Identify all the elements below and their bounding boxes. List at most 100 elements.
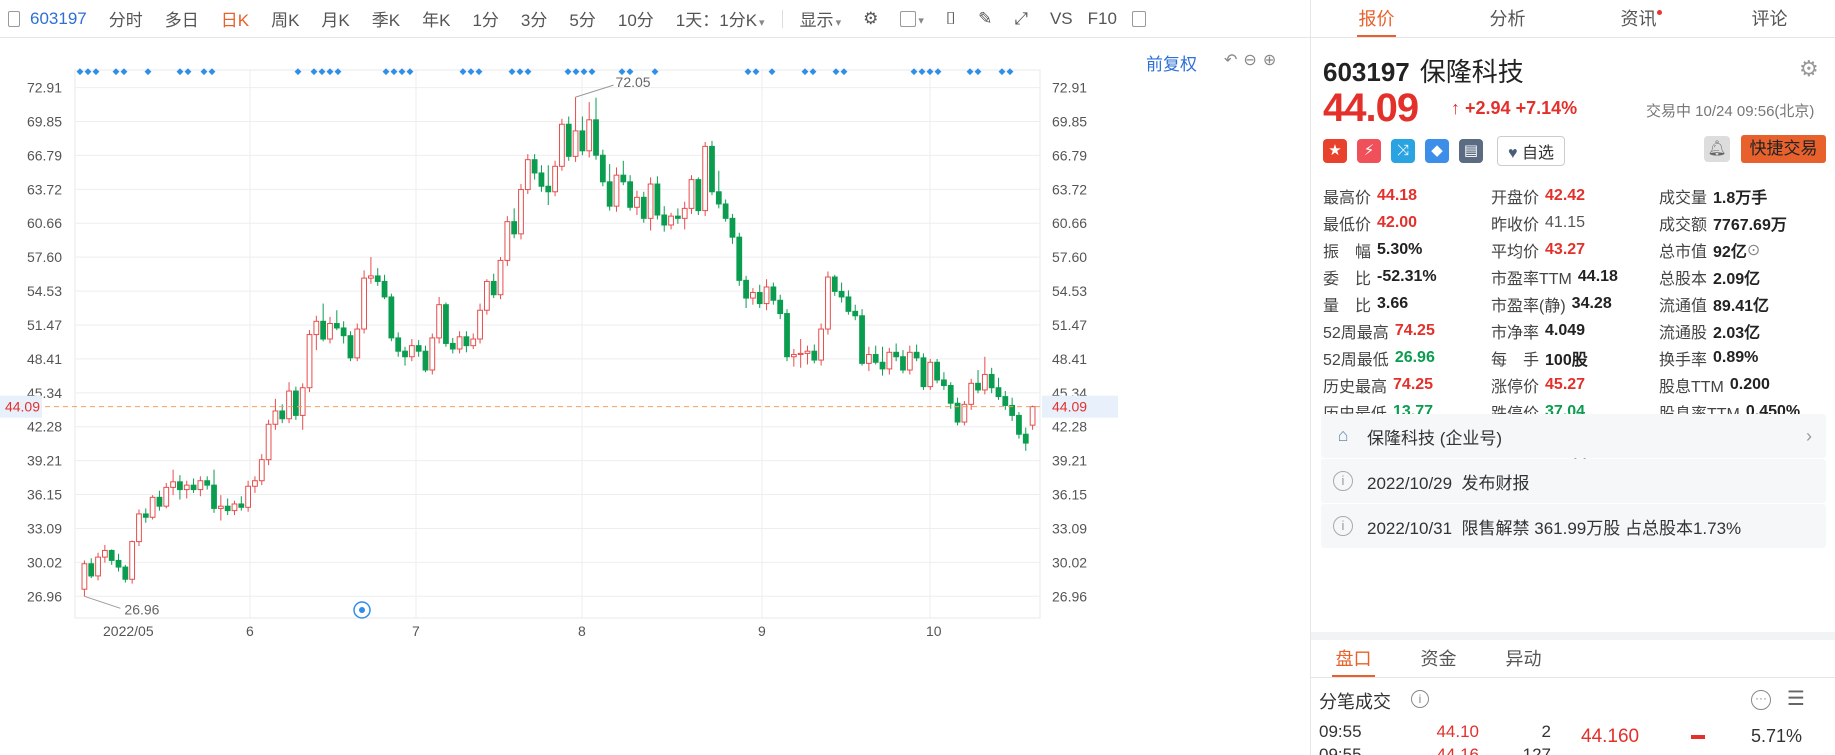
filter-icon[interactable]: ☰ <box>1787 686 1805 711</box>
stat-value: 42.42 <box>1545 186 1586 204</box>
event-marker[interactable]: ◆ <box>509 66 516 76</box>
at-icon-dot <box>359 607 365 613</box>
event-marker[interactable]: ◆ <box>753 66 760 76</box>
period-tab[interactable]: 多日 <box>154 6 210 31</box>
info-icon[interactable]: i <box>1411 690 1429 708</box>
event-marker[interactable]: ◆ <box>399 66 406 76</box>
watchlist-button[interactable]: ♥ 自选 <box>1497 136 1565 166</box>
event-marker[interactable]: ◆ <box>1007 66 1014 76</box>
event-marker[interactable]: ◆ <box>573 66 580 76</box>
event-marker[interactable]: ◆ <box>911 66 918 76</box>
more-icon[interactable]: ⊙ <box>1747 240 1760 260</box>
tab-comments[interactable]: 评论 <box>1704 0 1835 37</box>
event-marker[interactable]: ◆ <box>391 66 398 76</box>
event-marker[interactable]: ◆ <box>327 66 334 76</box>
interval-select[interactable]: 1天：1分K ▾ <box>665 6 776 31</box>
more-icon[interactable]: ··· <box>1751 690 1771 710</box>
event-marker[interactable]: ◆ <box>935 66 942 76</box>
period-tab[interactable]: 季K <box>361 6 411 31</box>
code-box[interactable] <box>0 9 24 29</box>
adjust-toggle[interactable]: 前复权 <box>1146 50 1197 75</box>
run-icon[interactable]: ⚡ <box>1357 139 1381 163</box>
event-marker[interactable]: ◆ <box>810 66 817 76</box>
china-flag-icon[interactable]: ★ <box>1323 139 1347 163</box>
tab-funds[interactable]: 资金 <box>1396 640 1481 677</box>
event-marker[interactable]: ◆ <box>311 66 318 76</box>
period-tab[interactable]: 日K <box>210 6 260 31</box>
quick-trade-button[interactable]: 快捷交易 <box>1741 135 1826 163</box>
vs-button[interactable]: VS <box>1039 9 1084 29</box>
company-account-link[interactable]: ⌂ 保隆科技 (企业号) › <box>1321 414 1826 458</box>
event-marker[interactable]: ◆ <box>468 66 475 76</box>
event-marker[interactable]: ◆ <box>295 66 302 76</box>
kline-svg[interactable]: 72.91 72.91 69.85 69.85 66.79 66.79 63.72 63.72… <box>0 38 1310 755</box>
event-marker[interactable]: ◆ <box>833 66 840 76</box>
event-marker[interactable]: ◆ <box>589 66 596 76</box>
sidebar-toggle-icon[interactable] <box>1121 9 1157 29</box>
event-marker[interactable]: ◆ <box>975 66 982 76</box>
event-marker[interactable]: ◆ <box>209 66 216 76</box>
event-marker[interactable]: ◆ <box>201 66 208 76</box>
tag-icon[interactable]: ◆ <box>1425 139 1449 163</box>
kline-chart[interactable]: 72.91 72.91 69.85 69.85 66.79 66.79 63.72 63.72… <box>0 38 1310 755</box>
event-marker[interactable]: ◆ <box>85 66 92 76</box>
event-marker[interactable]: ◆ <box>77 66 84 76</box>
gear-icon[interactable]: ⚙ <box>1799 56 1819 82</box>
period-tab[interactable]: 分时 <box>98 6 154 31</box>
tab-news[interactable]: 资讯 <box>1573 0 1704 37</box>
tab-quote[interactable]: 报价 <box>1311 0 1442 37</box>
event-marker[interactable]: ◆ <box>113 66 120 76</box>
bell-icon[interactable]: 🔔︎ <box>1704 136 1730 162</box>
event-marker[interactable]: ◆ <box>407 66 414 76</box>
note-icon[interactable]: ▤ <box>1459 139 1483 163</box>
event-marker[interactable]: ◆ <box>581 66 588 76</box>
event-marker[interactable]: ◆ <box>145 66 152 76</box>
chart-zoom-controls[interactable]: ↶⊖⊕ <box>1224 50 1282 70</box>
event-marker[interactable]: ◆ <box>999 66 1006 76</box>
candle-body <box>1029 406 1036 426</box>
period-tab[interactable]: 3分 <box>510 6 558 31</box>
drawing-box-icon[interactable]: ▾ <box>889 9 935 29</box>
chevron-right-icon: › <box>1806 425 1812 446</box>
tab-movers[interactable]: 异动 <box>1481 640 1566 677</box>
pen-icon[interactable]: ✎ <box>967 9 1003 29</box>
event-marker[interactable]: ◆ <box>177 66 184 76</box>
heart-icon: ♥ <box>1508 145 1518 162</box>
period-tab[interactable]: 周K <box>260 6 310 31</box>
event-marker[interactable]: ◆ <box>121 66 128 76</box>
event-marker[interactable]: ◆ <box>185 66 192 76</box>
candle-body <box>190 484 197 491</box>
event-marker[interactable]: ◆ <box>927 66 934 76</box>
event-marker[interactable]: ◆ <box>93 66 100 76</box>
tab-orderbook[interactable]: 盘口 <box>1311 640 1396 677</box>
camera-icon[interactable]: ⌷ <box>935 9 967 29</box>
event-marker[interactable]: ◆ <box>335 66 342 76</box>
event-marker[interactable]: ◆ <box>565 66 572 76</box>
event-marker[interactable]: ◆ <box>769 66 776 76</box>
event-marker[interactable]: ◆ <box>476 66 483 76</box>
event-marker[interactable]: ◆ <box>460 66 467 76</box>
stat-value: 5.30% <box>1377 240 1423 258</box>
event-marker[interactable]: ◆ <box>517 66 524 76</box>
stock-code[interactable]: 603197 <box>24 9 98 29</box>
period-tab[interactable]: 5分 <box>558 6 606 31</box>
period-tab[interactable]: 年K <box>411 6 461 31</box>
event-marker[interactable]: ◆ <box>802 66 809 76</box>
fullscreen-icon[interactable]: ⤢ <box>1003 9 1039 29</box>
period-tab[interactable]: 10分 <box>607 6 665 31</box>
shuffle-icon[interactable]: ⤨ <box>1391 139 1415 163</box>
event-marker[interactable]: ◆ <box>919 66 926 76</box>
f10-button[interactable]: F10 <box>1084 9 1121 29</box>
event-marker[interactable]: ◆ <box>319 66 326 76</box>
event-marker[interactable]: ◆ <box>525 66 532 76</box>
period-tab[interactable]: 月K <box>310 6 360 31</box>
event-marker[interactable]: ◆ <box>383 66 390 76</box>
event-marker[interactable]: ◆ <box>745 66 752 76</box>
tab-analysis[interactable]: 分析 <box>1442 0 1573 37</box>
event-marker[interactable]: ◆ <box>841 66 848 76</box>
event-marker[interactable]: ◆ <box>652 66 659 76</box>
display-menu[interactable]: 显示 ▾ <box>789 6 853 31</box>
period-tab[interactable]: 1分 <box>461 6 509 31</box>
settings-icon[interactable]: ⚙ <box>852 9 889 29</box>
event-marker[interactable]: ◆ <box>967 66 974 76</box>
